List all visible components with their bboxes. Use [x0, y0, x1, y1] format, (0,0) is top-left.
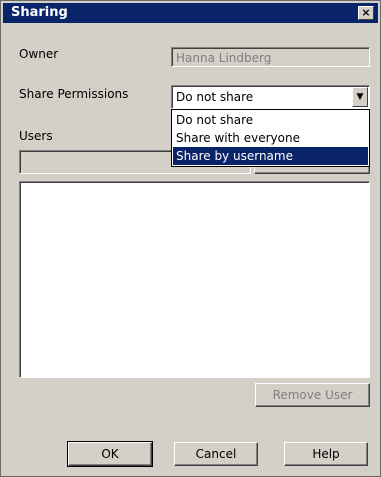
close-icon: ×: [361, 6, 371, 19]
sharing-dialog: Sharing × Owner Hanna Lindberg Share Per…: [0, 0, 381, 477]
dialog-title: Sharing: [11, 5, 68, 20]
option-do-not-share[interactable]: Do not share: [173, 111, 368, 129]
option-share-by-username[interactable]: Share by username: [173, 147, 368, 165]
cancel-button[interactable]: Cancel: [174, 442, 258, 466]
share-permissions-label: Share Permissions: [19, 87, 129, 101]
share-permissions-value: Do not share: [176, 90, 254, 104]
share-permissions-dropdown: Do not share Share with everyone Share b…: [171, 109, 370, 167]
title-bar[interactable]: Sharing ×: [3, 3, 378, 23]
users-label: Users: [19, 129, 53, 143]
remove-user-button[interactable]: Remove User: [255, 383, 370, 407]
ok-button[interactable]: OK: [67, 441, 153, 467]
option-share-with-everyone[interactable]: Share with everyone: [173, 129, 368, 147]
share-permissions-select[interactable]: Do not share ▼: [171, 85, 370, 109]
help-button[interactable]: Help: [284, 442, 368, 466]
dropdown-arrow-icon[interactable]: ▼: [352, 87, 368, 107]
owner-field: Hanna Lindberg: [171, 47, 370, 67]
close-button[interactable]: ×: [358, 6, 374, 20]
owner-label: Owner: [19, 47, 59, 61]
users-list[interactable]: [19, 181, 370, 378]
